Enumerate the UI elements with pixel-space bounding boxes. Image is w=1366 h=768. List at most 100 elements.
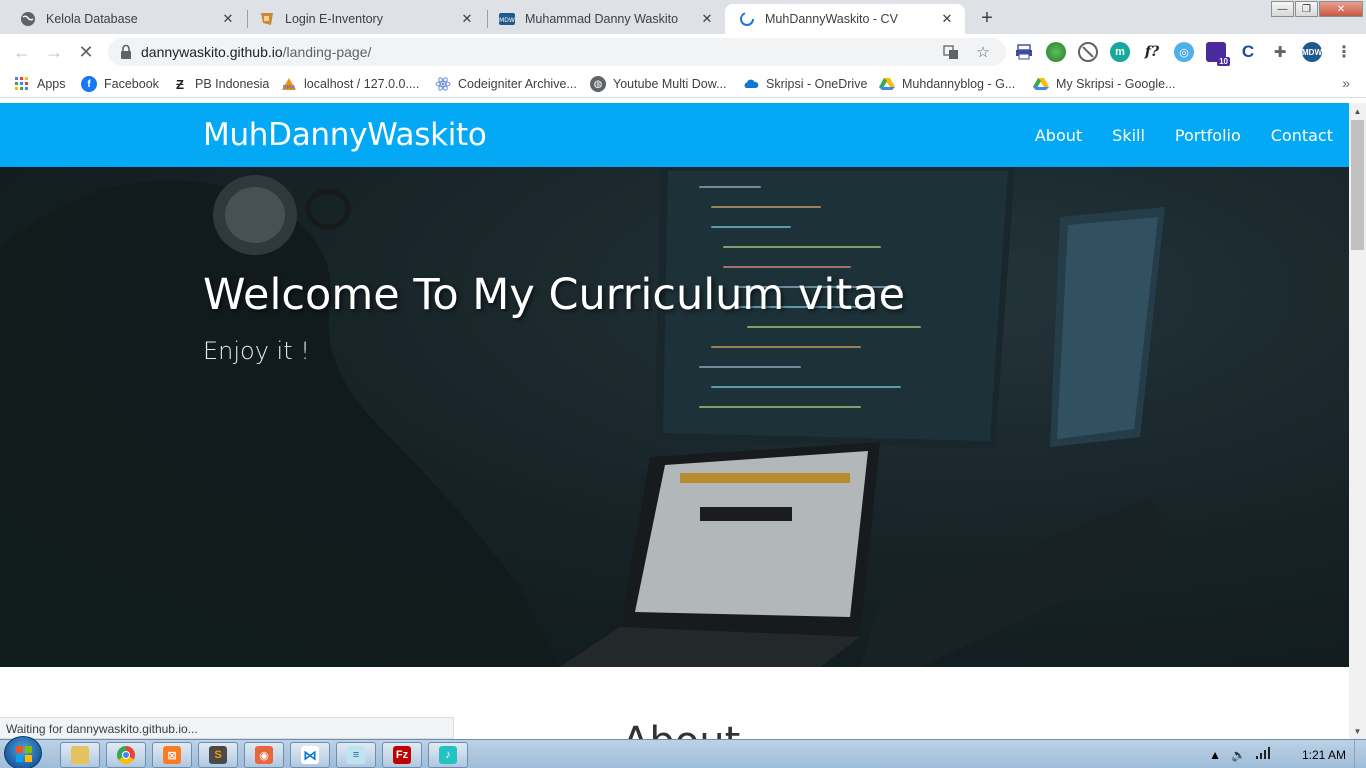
- bookmark-muhdannyblog[interactable]: Muhdannyblog - G...: [879, 75, 1015, 93]
- extensions-puzzle-icon[interactable]: ✚: [1270, 42, 1290, 62]
- bookmark-label: localhost / 127.0.0....: [304, 77, 420, 91]
- bookmark-label: Codeigniter Archive...: [458, 77, 577, 91]
- tab-muhammad-danny-waskito[interactable]: MDW Muhammad Danny Waskito ✕: [485, 4, 725, 34]
- taskbar-app-orange[interactable]: ◉: [244, 742, 284, 768]
- close-tab-icon[interactable]: ✕: [939, 11, 955, 27]
- svg-text:PMA: PMA: [283, 85, 296, 91]
- taskbar-xampp[interactable]: ⊠: [152, 742, 192, 768]
- extension-block-icon[interactable]: [1078, 42, 1098, 62]
- svg-text:MDW: MDW: [499, 17, 515, 24]
- nav-link-skill[interactable]: Skill: [1112, 126, 1145, 145]
- bookmark-codeigniter[interactable]: Codeigniter Archive...: [435, 75, 577, 93]
- tab-title: MuhDannyWaskito - CV: [765, 12, 898, 26]
- scroll-up-arrow-icon[interactable]: ▲: [1349, 103, 1366, 119]
- lock-icon[interactable]: [120, 44, 132, 60]
- back-button[interactable]: ←: [10, 40, 34, 64]
- site-brand[interactable]: MuhDannyWaskito: [203, 117, 487, 153]
- system-tray: ▲ 🔈 1:21 AM: [1209, 740, 1366, 768]
- bookmark-my-skripsi[interactable]: My Skripsi - Google...: [1033, 75, 1175, 93]
- close-tab-icon[interactable]: ✕: [220, 11, 236, 27]
- mdw-icon: MDW: [499, 11, 515, 27]
- pma-icon: [259, 11, 275, 27]
- extension-graduation-icon[interactable]: 10: [1206, 42, 1230, 66]
- minimize-button[interactable]: —: [1271, 1, 1294, 17]
- react-icon: [435, 76, 451, 92]
- scroll-down-arrow-icon[interactable]: ▼: [1349, 723, 1366, 739]
- extension-font-icon[interactable]: f?: [1142, 42, 1162, 62]
- profile-avatar-icon[interactable]: MDW: [1302, 42, 1322, 62]
- web-page: MuhDannyWaskito About Skill Portfolio Co…: [0, 103, 1349, 739]
- extension-m-icon[interactable]: m: [1110, 42, 1130, 62]
- close-tab-icon[interactable]: ✕: [459, 11, 475, 27]
- extension-printer-icon[interactable]: [1014, 42, 1034, 62]
- extension-c-icon[interactable]: C: [1238, 42, 1258, 62]
- globe-icon: [20, 11, 36, 27]
- bookmarks-bar: Apps f Facebook Ƶ PB Indonesia PMA local…: [0, 70, 1366, 98]
- bookmark-localhost[interactable]: PMA localhost / 127.0.0....: [281, 75, 419, 93]
- show-hidden-icons-icon[interactable]: ▲: [1209, 748, 1221, 762]
- chrome-icon: [117, 746, 135, 764]
- taskbar-chrome[interactable]: [106, 742, 146, 768]
- windows-logo-icon: [16, 746, 32, 762]
- nav-link-about[interactable]: About: [1035, 126, 1082, 145]
- scroll-thumb[interactable]: [1351, 120, 1364, 250]
- phpmyadmin-icon: PMA: [281, 76, 297, 92]
- bookmark-label: Skripsi - OneDrive: [766, 77, 868, 91]
- hero-title: Welcome To My Curriculum vitae: [203, 270, 906, 320]
- tab-login-e-inventory[interactable]: Login E-Inventory ✕: [245, 4, 485, 34]
- bookmark-apps[interactable]: Apps: [14, 75, 66, 93]
- extension-search-icon[interactable]: ◎: [1174, 42, 1194, 62]
- url-text: dannywaskito.github.io/landing-page/: [141, 44, 371, 60]
- bookmark-youtube-multi[interactable]: ◍ Youtube Multi Dow...: [590, 75, 727, 93]
- network-signal-icon[interactable]: [1255, 747, 1272, 762]
- vscode-icon: ⋈: [301, 746, 319, 764]
- nav-link-contact[interactable]: Contact: [1271, 126, 1333, 145]
- site-nav-links: About Skill Portfolio Contact: [1035, 126, 1333, 145]
- extension-badge: 10: [1217, 57, 1230, 66]
- url-domain: dannywaskito.github.io: [141, 44, 283, 60]
- bookmarks-overflow-button[interactable]: »: [1342, 75, 1350, 91]
- restore-button[interactable]: ❐: [1295, 1, 1318, 17]
- google-drive-icon: [879, 76, 895, 92]
- taskbar-explorer[interactable]: [60, 742, 100, 768]
- xampp-icon: ⊠: [163, 746, 181, 764]
- folder-icon: [71, 746, 89, 764]
- tab-muhdannywaskito-cv[interactable]: MuhDannyWaskito - CV ✕: [725, 4, 965, 34]
- tab-title: Login E-Inventory: [285, 12, 383, 26]
- taskbar-sublime[interactable]: S: [198, 742, 238, 768]
- address-bar[interactable]: dannywaskito.github.io/landing-page/ ☆: [108, 38, 1006, 66]
- close-window-button[interactable]: ✕: [1319, 1, 1363, 17]
- extension-globe-icon[interactable]: [1046, 42, 1066, 62]
- apps-grid-icon: [14, 76, 30, 92]
- nav-link-portfolio[interactable]: Portfolio: [1175, 126, 1241, 145]
- page-scrollbar[interactable]: ▲ ▼: [1349, 103, 1366, 739]
- bookmark-star-icon[interactable]: ☆: [974, 43, 992, 61]
- stop-loading-button[interactable]: ✕: [74, 40, 98, 64]
- tab-strip: Kelola Database ✕ Login E-Inventory ✕ MD…: [0, 0, 1366, 34]
- taskbar-vscode[interactable]: ⋈: [290, 742, 330, 768]
- browser-menu-icon[interactable]: ⋮: [1334, 42, 1354, 62]
- about-section-title: About: [622, 719, 740, 739]
- windows-taskbar: ⊠ S ◉ ⋈ ≡ Fz ♪ ▲ 🔈 1:21 AM: [0, 736, 1366, 768]
- new-tab-button[interactable]: +: [976, 7, 998, 29]
- bookmark-facebook[interactable]: f Facebook: [81, 75, 159, 93]
- close-tab-icon[interactable]: ✕: [699, 11, 715, 27]
- bookmark-skripsi-onedrive[interactable]: Skripsi - OneDrive: [743, 75, 867, 93]
- taskbar-clock[interactable]: 1:21 AM: [1302, 748, 1346, 762]
- bookmark-pb-indonesia[interactable]: Ƶ PB Indonesia: [172, 75, 269, 93]
- hero-section: Welcome To My Curriculum vitae Enjoy it …: [0, 167, 1349, 667]
- taskbar-notepad[interactable]: ≡: [336, 742, 376, 768]
- tab-kelola-database[interactable]: Kelola Database ✕: [6, 4, 246, 34]
- taskbar-filezilla[interactable]: Fz: [382, 742, 422, 768]
- start-button[interactable]: [4, 736, 42, 768]
- translate-icon[interactable]: [942, 43, 960, 61]
- volume-icon[interactable]: 🔈: [1231, 748, 1246, 762]
- browser-toolbar: ← → ✕ dannywaskito.github.io/landing-pag…: [0, 34, 1366, 70]
- show-desktop-button[interactable]: [1354, 740, 1366, 768]
- google-drive-icon: [1033, 76, 1049, 92]
- notepad-icon: ≡: [347, 746, 365, 764]
- forward-button[interactable]: →: [42, 40, 66, 64]
- bookmark-label: Youtube Multi Dow...: [613, 77, 727, 91]
- taskbar-tiktok[interactable]: ♪: [428, 742, 468, 768]
- sublime-icon: S: [209, 746, 227, 764]
